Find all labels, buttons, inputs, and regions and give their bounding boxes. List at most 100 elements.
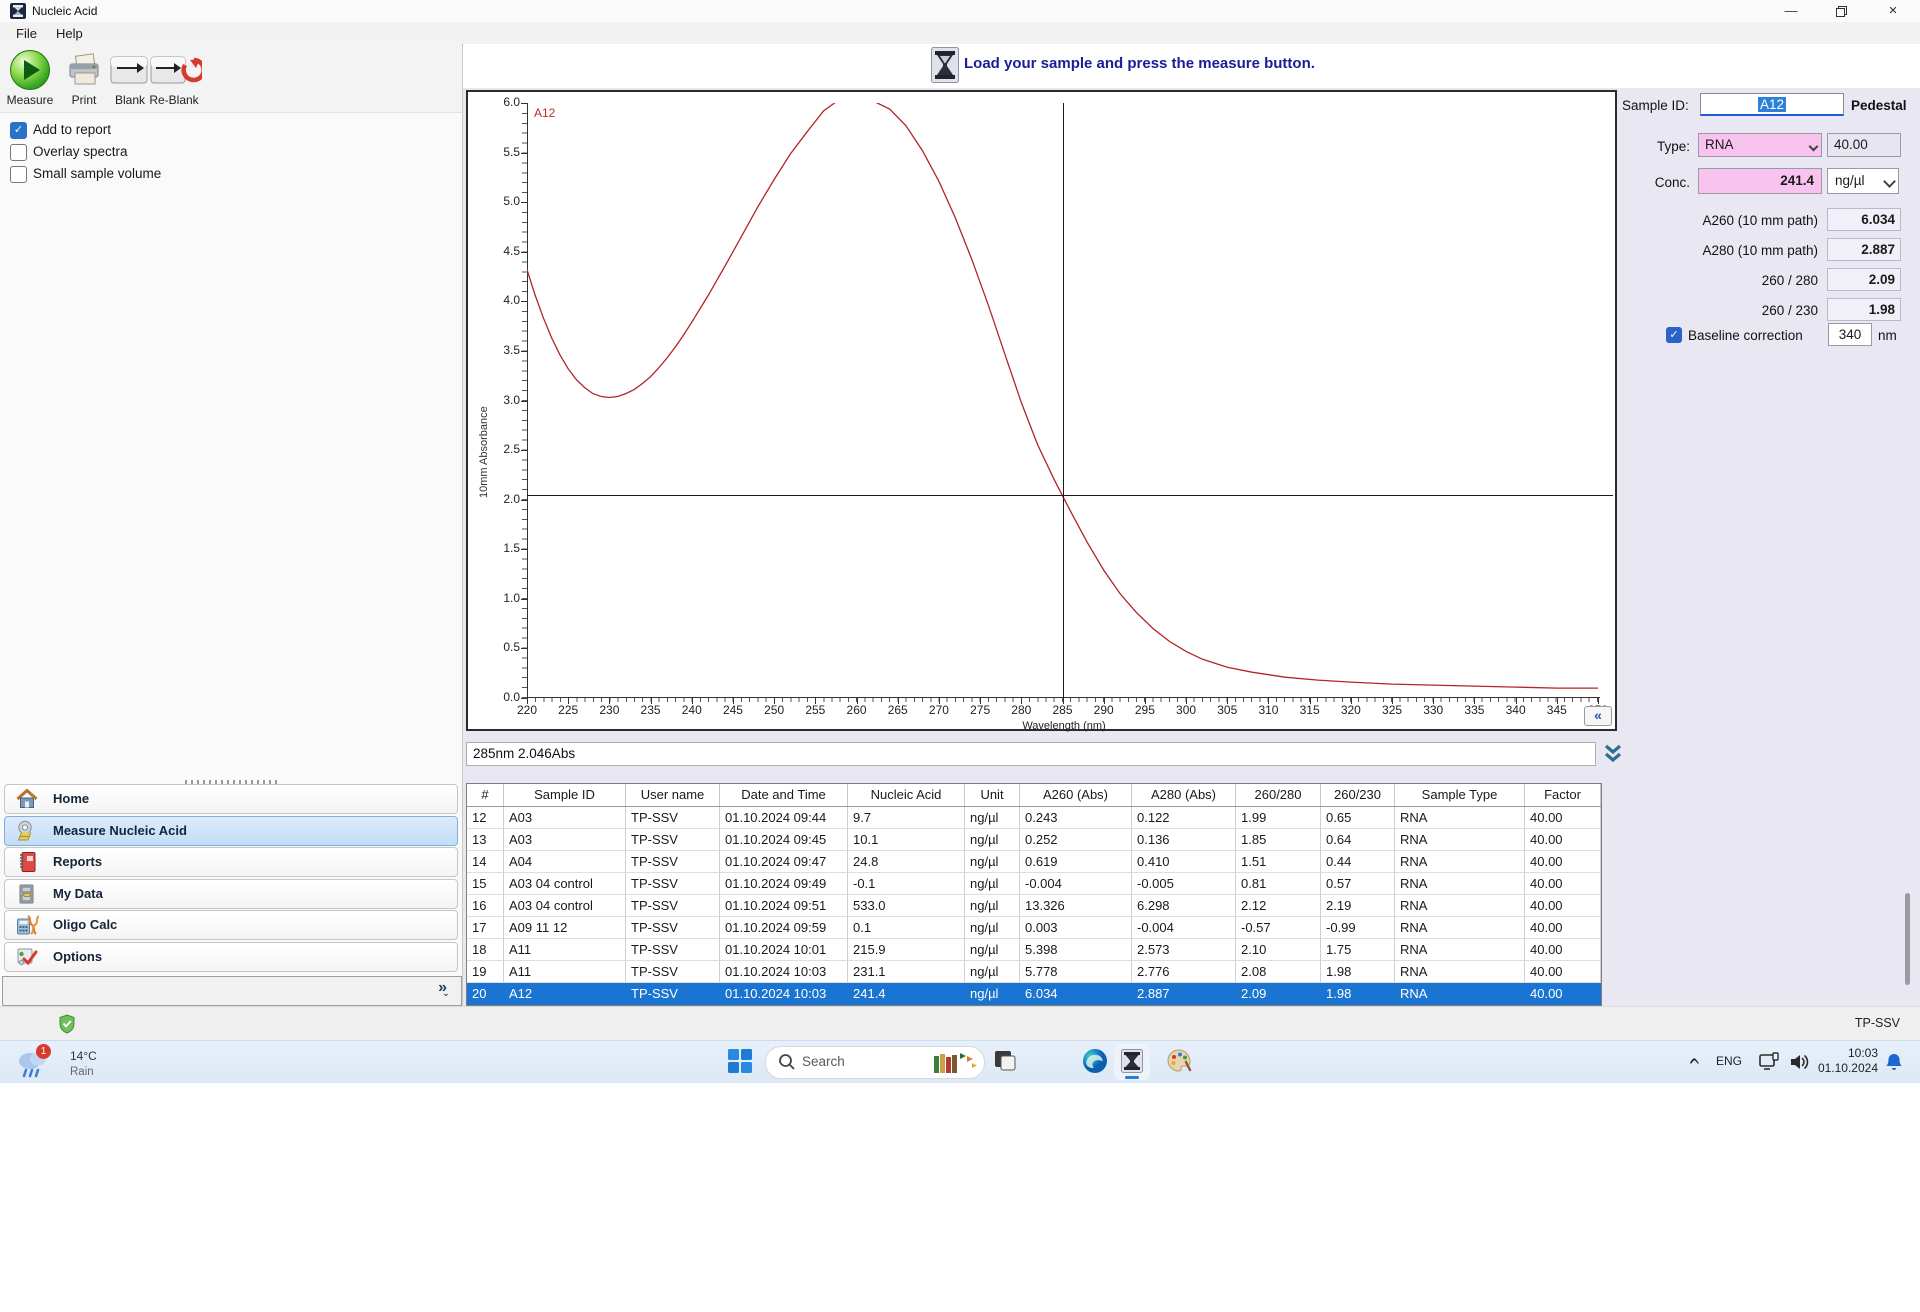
left-panel: Measure Print Blank Re-Blank ✓ Add to rep… [0, 44, 463, 1006]
status-message-bar: Load your sample and press the measure b… [464, 44, 1920, 88]
column-header-[interactable]: # [467, 784, 504, 806]
cell: 19 [467, 961, 504, 983]
cell: RNA [1395, 895, 1525, 917]
notification-bell-icon[interactable] [1884, 1052, 1904, 1072]
logged-in-user: TP-SSV [1854, 1016, 1900, 1030]
column-header-sample-id[interactable]: Sample ID [504, 784, 626, 806]
x-tick-mark [1186, 698, 1188, 704]
cell: 0.136 [1132, 829, 1236, 851]
sidebar-item-my-data[interactable]: My Data [4, 878, 458, 909]
table-row[interactable]: 17 A09 11 12 TP-SSV 01.10.2024 09:59 0.1 ng/µ… [467, 917, 1601, 939]
edge-browser-button[interactable] [1082, 1048, 1110, 1076]
cell: 24.8 [848, 851, 965, 873]
cell: 0.003 [1020, 917, 1132, 939]
tray-chevron-up-icon[interactable]: ᨈ [1690, 1053, 1700, 1068]
x-tick-label: 255 [805, 703, 826, 717]
cell: 533.0 [848, 895, 965, 917]
crosshair-horizontal[interactable] [527, 495, 1613, 496]
reading-label-260-280: 260 / 280 [1761, 273, 1818, 288]
table-row[interactable]: 18 A11 TP-SSV 01.10.2024 10:01 215.9 ng/µl 5.3… [467, 939, 1601, 961]
table-scrollbar[interactable] [1905, 893, 1910, 985]
table-body: 12 A03 TP-SSV 01.10.2024 09:44 9.7 ng/µl 0.243… [467, 807, 1601, 1005]
measure-nav-icon [15, 819, 39, 843]
paint-app-button[interactable] [1166, 1048, 1194, 1076]
checkbox-box[interactable] [10, 166, 27, 183]
column-header-a260-abs[interactable]: A260 (Abs) [1020, 784, 1132, 806]
table-row[interactable]: 19 A11 TP-SSV 01.10.2024 10:03 231.1 ng/µl 5.7… [467, 961, 1601, 983]
table-row[interactable]: 20 A12 TP-SSV 01.10.2024 10:03 241.4 ng/µl 6.0… [467, 983, 1601, 1005]
cell: RNA [1395, 939, 1525, 961]
cell: 6.298 [1132, 895, 1236, 917]
table-row[interactable]: 12 A03 TP-SSV 01.10.2024 09:44 9.7 ng/µl 0.243… [467, 807, 1601, 829]
column-header-user-name[interactable]: User name [626, 784, 720, 806]
menu-file[interactable]: File [10, 25, 43, 42]
column-header-unit[interactable]: Unit [965, 784, 1020, 806]
minimize-button[interactable]: — [1776, 2, 1806, 20]
cell: TP-SSV [626, 873, 720, 895]
column-header-sample-type[interactable]: Sample Type [1395, 784, 1525, 806]
sidebar-item-home[interactable]: Home [4, 784, 458, 814]
paint-icon [1166, 1048, 1194, 1074]
cell: ng/µl [965, 917, 1020, 939]
unit-select[interactable]: ng/µl [1827, 168, 1899, 194]
sample-id-input[interactable]: A12 [1700, 93, 1844, 116]
menu-help[interactable]: Help [50, 25, 89, 42]
conc-field[interactable]: 241.4 [1698, 168, 1822, 194]
cell: 0.619 [1020, 851, 1132, 873]
column-header-nucleic-acid[interactable]: Nucleic Acid [848, 784, 965, 806]
weather-widget[interactable]: 1 14°C Rain [14, 1043, 174, 1081]
sidebar-item-reports[interactable]: Reports [4, 847, 458, 878]
my-data-icon [15, 882, 39, 906]
language-indicator[interactable]: ENG [1716, 1054, 1742, 1068]
nucleic-acid-app-button[interactable] [1114, 1044, 1150, 1080]
cell: RNA [1395, 807, 1525, 829]
table-row[interactable]: 14 A04 TP-SSV 01.10.2024 09:47 24.8 ng/µl 0.61… [467, 851, 1601, 873]
cell: -0.99 [1321, 917, 1395, 939]
baseline-wavelength-input[interactable]: 340 [1828, 323, 1872, 346]
search-box[interactable]: Search [765, 1046, 985, 1079]
cell: TP-SSV [626, 829, 720, 851]
column-header-260-280[interactable]: 260/280 [1236, 784, 1321, 806]
cell: 40.00 [1525, 829, 1601, 851]
cell: ng/µl [965, 873, 1020, 895]
x-tick-label: 325 [1382, 703, 1403, 717]
x-tick-mark [1309, 698, 1311, 704]
x-tick-mark [1598, 698, 1599, 704]
cast-icon[interactable] [1758, 1052, 1780, 1072]
factor-field[interactable]: 40.00 [1827, 133, 1901, 157]
clock-widget[interactable]: 10:03 01.10.2024 [1788, 1046, 1878, 1076]
close-button[interactable]: × [1878, 2, 1908, 20]
cell: TP-SSV [626, 983, 720, 1005]
readout-expand-button[interactable] [1601, 741, 1625, 767]
column-header-date-and-time[interactable]: Date and Time [720, 784, 848, 806]
crosshair-vertical[interactable] [1063, 103, 1064, 698]
cell: RNA [1395, 983, 1525, 1005]
checkbox-box[interactable]: ✓ [10, 122, 27, 139]
column-header-260-230[interactable]: 260/230 [1321, 784, 1395, 806]
restore-button[interactable] [1826, 2, 1856, 20]
search-highlight-graphic [932, 1050, 978, 1075]
column-header-factor[interactable]: Factor [1525, 784, 1601, 806]
table-row[interactable]: 15 A03 04 control TP-SSV 01.10.2024 09:49 -0… [467, 873, 1601, 895]
column-header-a280-abs[interactable]: A280 (Abs) [1132, 784, 1236, 806]
app-icon [10, 3, 26, 19]
spectrum-chart[interactable]: 10mm Absorbance 0.0 0.5 1.0 1.5 2.0 2.5 3.0 3.5… [466, 90, 1617, 732]
cell: TP-SSV [626, 917, 720, 939]
measure-button[interactable]: Measure [4, 48, 56, 108]
type-select[interactable]: RNA [1698, 133, 1822, 157]
sidebar-collapse-bar[interactable]: » ⌄ [2, 976, 462, 1006]
sidebar-item-oligo-calc[interactable]: Oligo Calc [4, 910, 458, 941]
cell: -0.1 [848, 873, 965, 895]
checkbox-box[interactable] [10, 144, 27, 161]
table-row[interactable]: 16 A03 04 control TP-SSV 01.10.2024 09:51 53… [467, 895, 1601, 917]
sidebar-item-options[interactable]: Options [4, 942, 458, 972]
checkbox-label: Small sample volume [33, 166, 162, 181]
conc-value: 241.4 [1780, 173, 1814, 188]
reblank-button[interactable]: Re-Blank [148, 48, 202, 108]
table-row[interactable]: 13 A03 TP-SSV 01.10.2024 09:45 10.1 ng/µl 0.25… [467, 829, 1601, 851]
sidebar-item-measure-nucleic-acid[interactable]: Measure Nucleic Acid [4, 815, 458, 846]
start-button[interactable] [727, 1048, 755, 1076]
chart-collapse-button[interactable]: « [1584, 706, 1612, 726]
task-view-button[interactable] [992, 1048, 1020, 1076]
baseline-checkbox[interactable]: ✓ [1666, 327, 1682, 343]
